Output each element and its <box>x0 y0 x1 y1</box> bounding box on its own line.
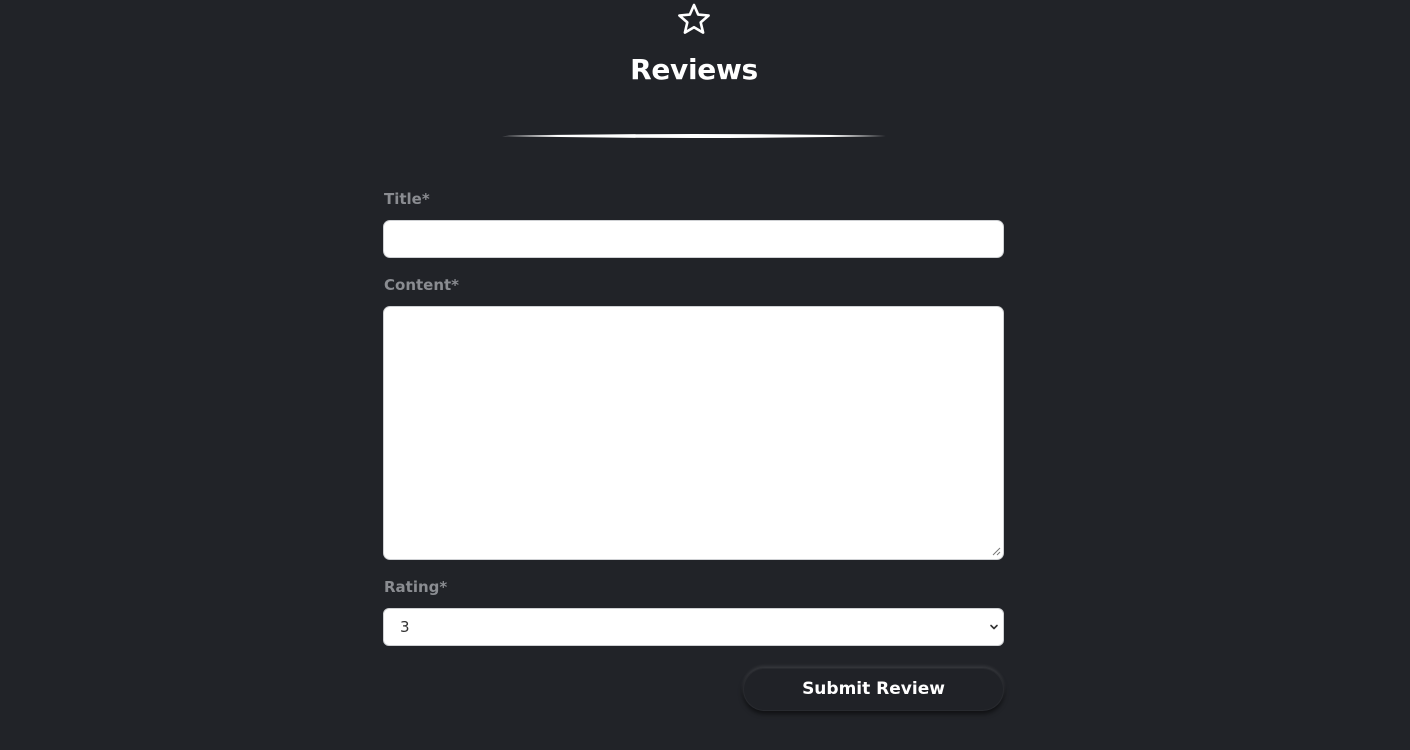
content-label: Content* <box>384 276 460 294</box>
submit-review-button[interactable]: Submit Review <box>743 668 1004 711</box>
page-title: Reviews <box>630 53 758 86</box>
resize-grip-icon[interactable] <box>991 546 1001 556</box>
rating-label: Rating* <box>384 578 448 596</box>
content-textarea[interactable] <box>383 306 1004 560</box>
star-icon <box>678 3 710 34</box>
review-page: Reviews Title* Content* Rating* 3 Submit… <box>0 0 1410 750</box>
rating-selected-value: 3 <box>400 618 410 636</box>
title-input[interactable] <box>383 220 1004 258</box>
rating-select[interactable]: 3 <box>383 608 1004 646</box>
title-divider <box>502 134 886 138</box>
chevron-down-icon <box>990 624 998 630</box>
title-label: Title* <box>384 190 430 208</box>
